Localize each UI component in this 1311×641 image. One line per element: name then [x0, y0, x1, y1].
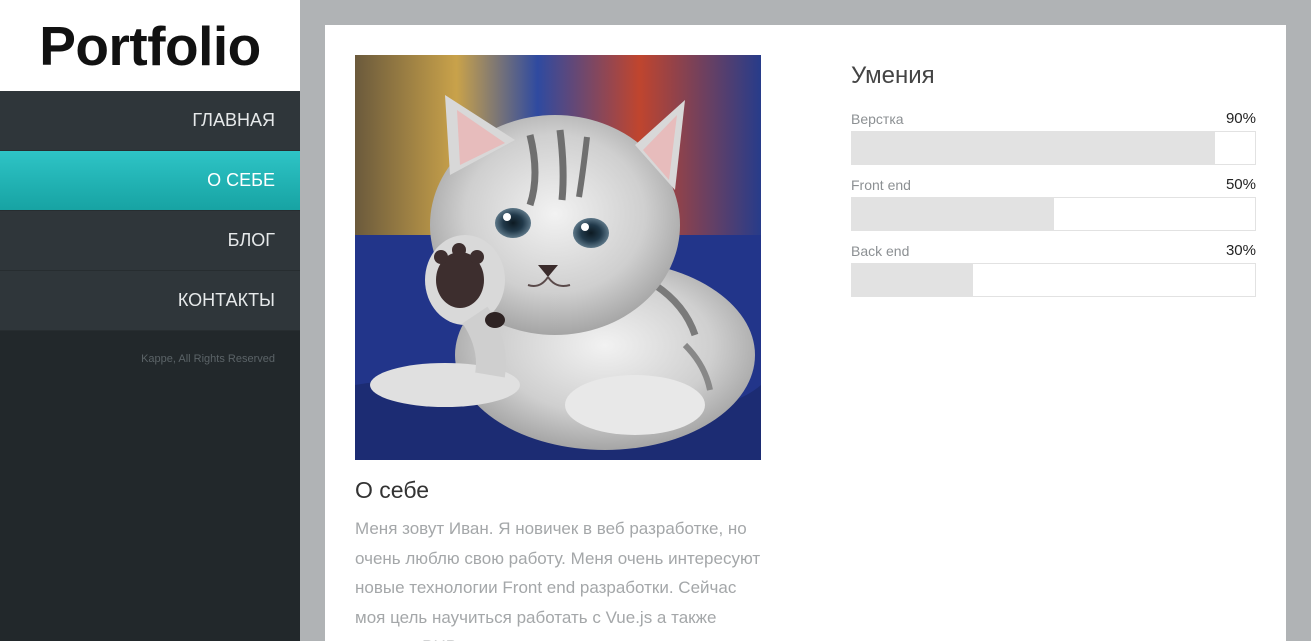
- sidebar: Portfolio ГЛАВНАЯ О СЕБЕ БЛОГ КОНТАКТЫ K…: [0, 0, 300, 641]
- skill-percent: 50%: [1225, 176, 1256, 193]
- content-card: О себе Меня зовут Иван. Я новичек в веб …: [325, 25, 1286, 641]
- copyright-text: Kappe, All Rights Reserved: [141, 353, 275, 365]
- skill-progress-bar: [851, 197, 1256, 231]
- about-title: О себе: [355, 477, 430, 503]
- about-text: Меня зовут Иван. Я новичек в веб разрабо…: [355, 519, 761, 641]
- skill-item: Back end 30%: [851, 239, 1256, 297]
- skill-name: Верстка: [851, 111, 904, 127]
- skill-progress-bar: [851, 131, 1256, 165]
- main-nav: ГЛАВНАЯ О СЕБЕ БЛОГ КОНТАКТЫ: [0, 91, 300, 331]
- skill-progress-fill: [852, 132, 1215, 164]
- nav-item-about[interactable]: О СЕБЕ: [0, 151, 300, 211]
- skill-percent: 90%: [1225, 110, 1256, 127]
- skill-progress-bar: [851, 263, 1256, 297]
- skill-item: Front end 50%: [851, 173, 1256, 231]
- nav-item-contacts[interactable]: КОНТАКТЫ: [0, 271, 300, 331]
- skill-percent: 30%: [1225, 242, 1256, 259]
- logo[interactable]: Portfolio: [0, 0, 300, 91]
- profile-photo: [355, 55, 761, 460]
- skills-title: Умения: [851, 62, 935, 89]
- nav-item-blog[interactable]: БЛОГ: [0, 211, 300, 271]
- skill-name: Back end: [851, 243, 910, 259]
- kitten-photo-illustration: [355, 55, 761, 460]
- logo-text: Portfolio: [39, 14, 261, 77]
- skill-progress-fill: [852, 198, 1054, 230]
- skill-item: Верстка 90%: [851, 107, 1256, 165]
- nav-item-home[interactable]: ГЛАВНАЯ: [0, 91, 300, 151]
- skill-name: Front end: [851, 177, 911, 193]
- skill-progress-fill: [852, 264, 973, 296]
- skills-section: Умения Верстка 90% Front end 50% Back en…: [851, 62, 1256, 305]
